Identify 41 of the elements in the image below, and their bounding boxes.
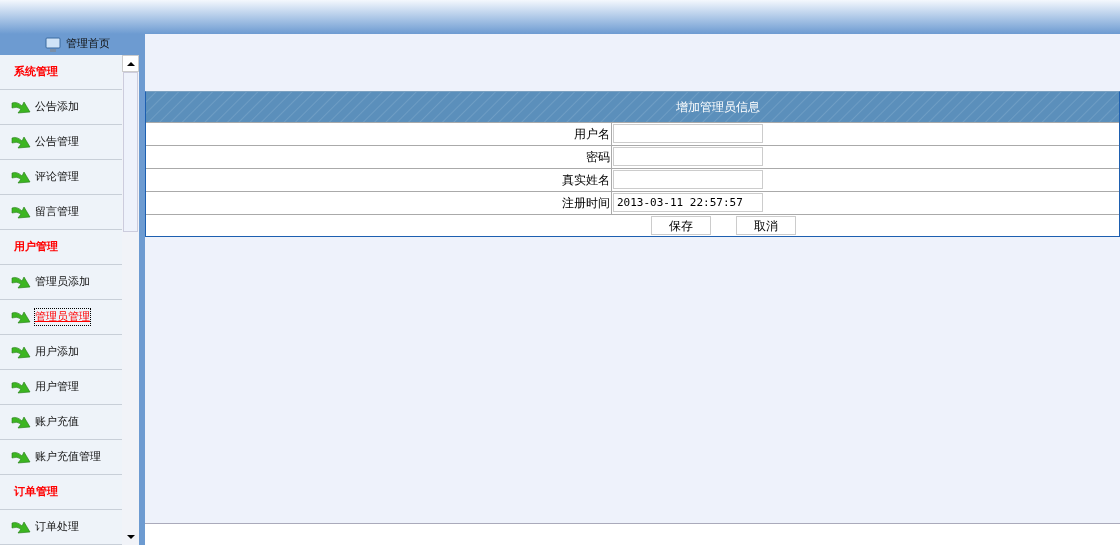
sidebar-link[interactable]: 评论管理 <box>35 168 79 186</box>
computer-icon <box>43 36 62 53</box>
input-field[interactable]: 2013-03-11 22:57:57 <box>613 193 763 212</box>
sidebar-link[interactable]: 订单处理 <box>35 518 79 536</box>
input-field[interactable] <box>613 170 763 189</box>
form-button[interactable]: 取消 <box>736 216 796 235</box>
arrow-icon <box>11 450 31 464</box>
home-link[interactable]: 管理首页 <box>65 36 110 53</box>
arrow-icon <box>11 170 31 184</box>
input-field[interactable] <box>613 147 763 166</box>
field-label: 真实姓名 <box>562 172 610 189</box>
sidebar-link[interactable]: 留言管理 <box>35 203 79 221</box>
scroll-up-icon[interactable] <box>126 61 135 66</box>
sidebar-link[interactable]: 用户管理 <box>35 378 79 396</box>
input-field[interactable] <box>613 124 763 143</box>
arrow-icon <box>11 205 31 219</box>
field-label: 用户名 <box>574 126 610 143</box>
form-title: 增加管理员信息 <box>146 92 1119 122</box>
sidebar-link[interactable]: 公告添加 <box>35 98 79 116</box>
section-heading: 系统管理 <box>14 63 58 80</box>
arrow-icon <box>11 275 31 289</box>
arrow-icon <box>11 135 31 149</box>
sidebar-link[interactable]: 账户充值 <box>35 413 79 431</box>
arrow-icon <box>11 310 31 324</box>
scroll-down-icon[interactable] <box>126 534 135 539</box>
arrow-icon <box>11 345 31 359</box>
arrow-icon <box>11 100 31 114</box>
arrow-icon <box>11 415 31 429</box>
sidebar-link[interactable]: 用户添加 <box>35 343 79 361</box>
arrow-icon <box>11 520 31 534</box>
field-label: 密码 <box>586 149 610 166</box>
sidebar-link[interactable]: 公告管理 <box>35 133 79 151</box>
sidebar-link[interactable]: 账户充值管理 <box>35 448 101 466</box>
field-label: 注册时间 <box>562 195 610 212</box>
sidebar-link[interactable]: 管理员管理 <box>35 308 90 326</box>
form-button[interactable]: 保存 <box>651 216 711 235</box>
section-heading: 用户管理 <box>14 238 58 255</box>
sidebar-link[interactable]: 管理员添加 <box>35 273 90 291</box>
arrow-icon <box>11 380 31 394</box>
section-heading: 订单管理 <box>14 483 58 500</box>
scrollbar[interactable] <box>122 55 139 545</box>
